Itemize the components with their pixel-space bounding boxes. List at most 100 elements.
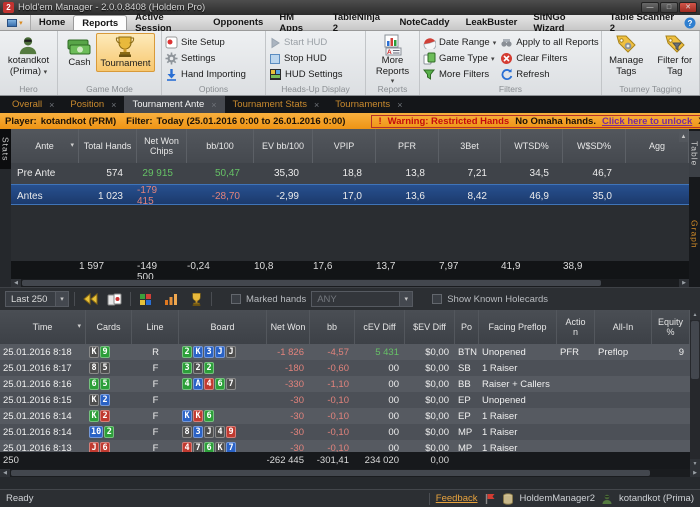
report-tab-tournament-ante[interactable]: Tournament Ante × [124, 96, 225, 113]
app-menu-button[interactable]: ▾ [0, 15, 31, 30]
more-filters-button[interactable]: More Filters [423, 67, 496, 82]
stats-column-header-total-hands[interactable]: Total Hands [79, 129, 137, 163]
hand-row[interactable]: 25.01.2016 8:17 8 5 F 3 2 2 -180 -0,60 00 $0,00 SB 1… [0, 360, 690, 376]
hands-vertical-scrollbar[interactable]: ▲ ▼ [690, 310, 700, 469]
manage-tags-button[interactable]: Manage Tags [605, 33, 648, 79]
hands-column-header-all-in[interactable]: All-In [595, 310, 652, 344]
graph-side-tab[interactable]: Graph [689, 211, 700, 257]
tournament-button[interactable]: Tournament [96, 33, 155, 72]
marked-hands-select[interactable]: ANY ▾ [311, 291, 414, 307]
scroll-left-icon[interactable]: ◀ [11, 279, 21, 287]
stats-row-antes[interactable]: Antes 1 023 -179 415 -28,70 -2,99 17,0 13,6 8,4… [11, 184, 689, 207]
scroll-down-icon[interactable]: ▼ [690, 459, 700, 469]
filter-for-tag-button[interactable]: Filter for Tag [654, 33, 697, 79]
menu-tab-sitngo-wizard[interactable]: SitNGo Wizard [525, 12, 601, 34]
hands-column-header-net-won[interactable]: Net Won [267, 310, 310, 344]
scroll-right-icon[interactable]: ▶ [690, 469, 700, 477]
scroll-up-icon[interactable]: ▲ [690, 310, 700, 320]
hud-settings-button[interactable]: HUD Settings [269, 67, 343, 82]
apply-all-reports-button[interactable]: Apply to all Reports [500, 35, 599, 50]
menu-tab-hm-apps[interactable]: HM Apps [271, 12, 324, 34]
tourney-view-button[interactable] [186, 291, 206, 308]
stats-column-header-bb-100[interactable]: bb/100 [187, 129, 254, 163]
hands-column-header-time[interactable]: Time ▾ [0, 310, 86, 344]
clear-filters-button[interactable]: Clear Filters [500, 51, 598, 66]
help-button[interactable]: ? [684, 15, 696, 30]
hands-column-header-cards[interactable]: Cards [86, 310, 132, 344]
more-reports-button[interactable]: A More Reports ▾ [369, 33, 416, 87]
report-tab-overall[interactable]: Overall × [4, 96, 62, 113]
hands-column-header-$ev-diff[interactable]: $EV Diff [405, 310, 455, 344]
grid-view-button[interactable] [136, 291, 156, 308]
replay-hand-button[interactable] [80, 291, 100, 308]
hands-column-header-facing-preflop[interactable]: Facing Preflop [479, 310, 557, 344]
hands-column-header-bb[interactable]: bb [310, 310, 355, 344]
stats-column-header-vpip[interactable]: VPIP [313, 129, 376, 163]
hand-row[interactable]: 25.01.2016 8:13 J 6 F 4 7 6 K 7 -30 -0,10 00 $0,00 MP… [0, 440, 690, 452]
menu-tab-reports[interactable]: Reports [73, 15, 128, 30]
report-tab-position[interactable]: Position × [62, 96, 124, 113]
close-tab-icon[interactable]: × [314, 100, 319, 110]
table-side-tab[interactable]: Table [689, 131, 700, 177]
stats-column-header-w$sd%[interactable]: W$SD% [563, 129, 626, 163]
marked-hands-checkbox[interactable] [231, 294, 241, 304]
cash-button[interactable]: Cash [64, 37, 94, 70]
stats-column-header-ante[interactable]: Ante ▾ [11, 129, 79, 163]
close-button[interactable]: ✕ [679, 2, 697, 13]
hands-horizontal-scrollbar[interactable]: ◀ ▶ [0, 469, 700, 477]
hand-row[interactable]: 25.01.2016 8:14 K 2 F K K 6 -30 -0,10 00 $0,00 EP 1 … [0, 408, 690, 424]
date-range-button[interactable]: Date Range ▾ [423, 35, 496, 50]
stats-column-header-ev-bb-100[interactable]: EV bb/100 [254, 129, 313, 163]
stats-column-header-wtsd%[interactable]: WTSD% [501, 129, 563, 163]
hero-user-button[interactable]: kotandkot (Prima) ▾ [5, 33, 52, 79]
logged-in-user[interactable]: kotandkot (Prima) [619, 493, 694, 504]
hand-range-select[interactable]: Last 250 ▾ [5, 291, 69, 307]
stats-column-header-net-won-chips[interactable]: Net Won Chips [137, 129, 187, 163]
site-setup-button[interactable]: Site Setup [165, 35, 246, 50]
scrollbar-thumb[interactable] [22, 280, 602, 286]
hand-row[interactable]: 25.01.2016 8:15 K 2 F -30 -0,10 00 $0,00 EP Unope… [0, 392, 690, 408]
refresh-button[interactable]: Refresh [500, 67, 598, 82]
hand-importing-button[interactable]: Hand Importing [165, 67, 246, 82]
feedback-link[interactable]: Feedback [436, 493, 478, 504]
show-holecards-checkbox[interactable] [432, 294, 443, 304]
menu-tab-notecaddy[interactable]: NoteCaddy [391, 15, 457, 30]
column-dropdown-icon[interactable]: ▾ [70, 142, 74, 150]
menu-tab-leakbuster[interactable]: LeakBuster [458, 15, 526, 30]
chart-view-button[interactable] [161, 291, 181, 308]
hands-column-header-action[interactable]: Action [557, 310, 595, 344]
close-tab-icon[interactable]: × [49, 100, 54, 110]
show-cards-button[interactable] [105, 291, 125, 308]
stop-hud-button[interactable]: Stop HUD [269, 51, 343, 66]
stats-side-tab[interactable]: Stats [0, 129, 11, 169]
settings-button[interactable]: Settings [165, 51, 246, 66]
menu-tab-table-scanner-2[interactable]: Table Scanner 2 [602, 12, 684, 34]
menu-tab-active-session[interactable]: Active Session [127, 12, 205, 34]
close-tab-icon[interactable]: × [211, 100, 216, 110]
hand-row[interactable]: 25.01.2016 8:14 10 2 F 8 3 J 4 9 -30 -0,10 00 $0,00 M… [0, 424, 690, 440]
hands-column-header-line[interactable]: Line [132, 310, 179, 344]
menu-tab-opponents[interactable]: Opponents [205, 15, 271, 30]
start-hud-button[interactable]: Start HUD [269, 35, 343, 50]
stats-column-header-pfr[interactable]: PFR [376, 129, 439, 163]
scrollbar-thumb[interactable] [11, 470, 651, 476]
close-tab-icon[interactable]: × [397, 100, 402, 110]
sort-arrow-icon[interactable]: ▾ [77, 323, 81, 331]
menu-tab-home[interactable]: Home [31, 15, 73, 30]
stats-row-pre-ante[interactable]: Pre Ante 574 29 915 50,47 35,30 18,8 13,8 7,21 3… [11, 163, 689, 184]
scrollbar-thumb[interactable] [691, 321, 699, 379]
hands-column-header-equity-%[interactable]: Equity % [652, 310, 690, 344]
stats-column-header-3bet[interactable]: 3Bet [439, 129, 501, 163]
unlock-link[interactable]: Click here to unlock [602, 116, 692, 127]
game-type-button[interactable]: Game Type ▾ [423, 51, 496, 66]
hands-column-header-cev-diff[interactable]: cEV Diff [355, 310, 405, 344]
scroll-right-icon[interactable]: ▶ [679, 279, 689, 287]
hand-row[interactable]: 25.01.2016 8:16 6 5 F 4 A 4 6 7 -330 -1,10 00 $0,00 B… [0, 376, 690, 392]
scroll-up-icon[interactable]: ▲ [679, 131, 688, 142]
hand-row[interactable]: 25.01.2016 8:18 K 9 R 2 K 3 J J -1 826 -4,57 5 431 $… [0, 344, 690, 360]
scroll-left-icon[interactable]: ◀ [0, 469, 10, 477]
close-tab-icon[interactable]: × [111, 100, 116, 110]
report-tab-tournaments[interactable]: Tournaments × [327, 96, 410, 113]
hands-column-header-board[interactable]: Board [179, 310, 267, 344]
stats-horizontal-scrollbar[interactable]: ◀ ▶ [11, 279, 689, 287]
